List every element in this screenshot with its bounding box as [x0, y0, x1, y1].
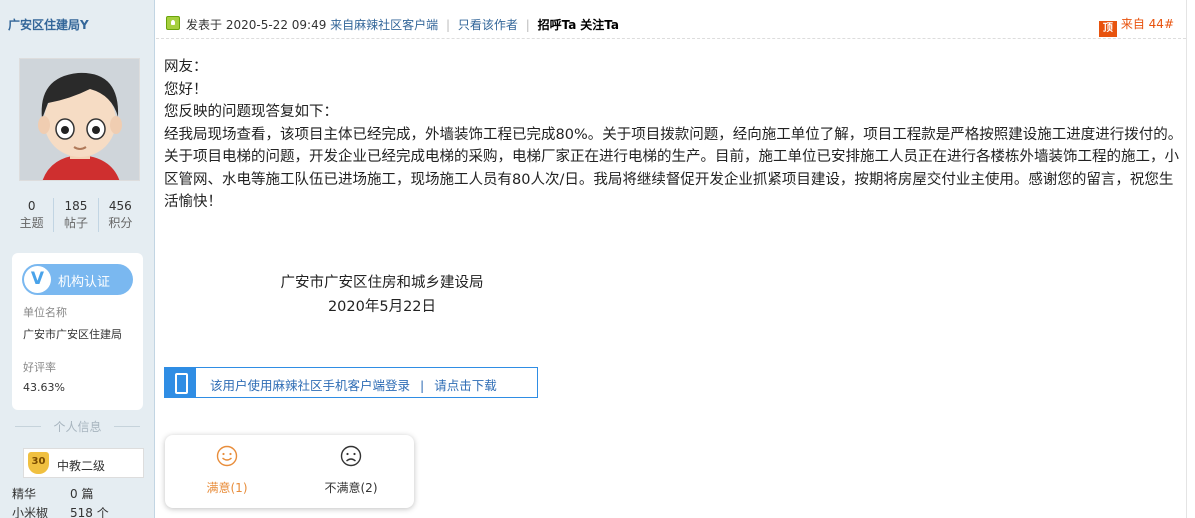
verified-v-icon: V — [24, 266, 51, 293]
signature-org: 广安市广安区住房和城乡建设局 — [280, 275, 484, 291]
org-verified-badge: V 机构认证 — [22, 264, 133, 295]
username-text[interactable]: 广安区住建局 — [8, 18, 80, 32]
post-body: 网友： 您好！ 您反映的问题现答复如下： 经我局现场查看，该项目主体已经完成，外… — [164, 56, 1186, 214]
stat-posts-label: 帖子 — [63, 216, 88, 230]
greet-link[interactable]: 招呼Ta — [538, 18, 577, 32]
post-paragraph: 您好！ — [164, 81, 208, 98]
meta-separator: | — [525, 18, 530, 32]
smile-icon — [216, 445, 238, 467]
top-post-icon[interactable]: 顶 — [1098, 21, 1117, 37]
mobile-client-banner[interactable]: 该用户使用麻辣社区手机客户端登录 | 请点击下载 — [164, 367, 538, 398]
avatar-cartoon-icon — [20, 59, 139, 180]
stat-points-value: 456 — [108, 199, 132, 213]
post-paragraph: 网友： — [164, 59, 208, 75]
avatar[interactable] — [19, 58, 140, 181]
peppers-label: 小米椒 — [12, 506, 49, 518]
mobile-phone-icon — [165, 368, 196, 397]
rating-rate-label: 好评率 — [23, 361, 56, 374]
post-paragraph: 您反映的问题现答复如下： — [164, 104, 338, 120]
floor-number[interactable]: 来自 44# — [1121, 17, 1174, 31]
digest-value: 0 篇 — [70, 487, 94, 501]
posted-prefix: 发表于 — [186, 18, 223, 32]
only-author-link[interactable]: 只看该作者 — [458, 18, 518, 32]
satisfied-button[interactable]: 满意(1) — [177, 445, 277, 496]
unsatisfied-button[interactable]: 不满意(2) — [301, 445, 401, 496]
user-rank: 30 中教二级 — [23, 448, 144, 478]
rank-name: 中教二级 — [57, 459, 106, 473]
stat-threads[interactable]: 0 主题 — [10, 198, 55, 232]
org-verified-label: 机构认证 — [58, 275, 111, 290]
post-header: 发表于 2020-5-22 09:49 来自麻辣社区客户端 | 只看该作者 | … — [156, 9, 1186, 39]
post-paragraph: 经我局现场查看，该项目主体已经完成，外墙装饰工程已完成80%。关于项目拨款问题，… — [164, 126, 1183, 211]
mobile-client-message: 该用户使用麻辣社区手机客户端登录 — [210, 378, 411, 393]
rating-rate-value: 43.63% — [23, 381, 65, 394]
mobile-client-text[interactable]: 该用户使用麻辣社区手机客户端登录 | 请点击下载 — [210, 375, 497, 394]
stat-posts[interactable]: 185 帖子 — [54, 198, 99, 232]
online-user-icon — [166, 16, 180, 30]
posted-time: 2020-5-22 09:49 — [225, 18, 327, 32]
post-signature: 广安市广安区住房和城乡建设局 2020年5月22日 — [269, 271, 495, 319]
rank-shield-icon: 30 — [28, 452, 49, 474]
mobile-client-separator: | — [420, 378, 425, 393]
page-scrollbar[interactable] — [1186, 0, 1195, 518]
user-stats: 0 主题 185 帖子 456 积分 — [10, 198, 142, 232]
unit-name-value: 广安市广安区住建局 — [23, 328, 122, 341]
floor-info: 顶来自 44# — [1098, 15, 1174, 37]
rating-panel: 满意(1) 不满意(2) — [165, 435, 414, 508]
org-verification-card: V 机构认证 单位名称 广安市广安区住建局 好评率 43.63% — [12, 253, 143, 410]
meta-separator: | — [446, 18, 451, 32]
signature-date: 2020年5月22日 — [327, 299, 437, 315]
source-client-link[interactable]: 来自麻辣社区客户端 — [330, 18, 438, 32]
peppers-value: 518 个 — [70, 506, 109, 518]
stat-posts-value: 185 — [64, 199, 88, 213]
stat-peppers: 小米椒 518 个 — [12, 504, 109, 518]
stat-threads-value: 0 — [27, 199, 36, 213]
follow-link[interactable]: 关注Ta — [580, 18, 619, 32]
username-link[interactable]: 广安区住建局Y — [8, 16, 89, 33]
user-sidebar: 广安区住建局Y 0 主题 185 帖子 456 积分 V 机构认证 单位名称 广… — [0, 0, 155, 518]
stat-digest: 精华 0 篇 — [12, 485, 93, 502]
post-meta: 发表于 2020-5-22 09:49 来自麻辣社区客户端 | 只看该作者 | … — [186, 16, 619, 33]
download-link[interactable]: 请点击下载 — [434, 378, 497, 393]
digest-label: 精华 — [12, 487, 37, 501]
personal-info-heading: 个人信息 — [12, 418, 143, 435]
stat-points[interactable]: 456 积分 — [99, 198, 142, 232]
satisfied-label: 满意(1) — [206, 481, 248, 495]
frown-icon — [340, 445, 362, 467]
stat-threads-label: 主题 — [19, 216, 44, 230]
unsatisfied-label: 不满意(2) — [324, 481, 378, 495]
unit-name-label: 单位名称 — [23, 306, 67, 319]
username-suffix: Y — [80, 18, 89, 32]
stat-points-label: 积分 — [108, 216, 133, 230]
